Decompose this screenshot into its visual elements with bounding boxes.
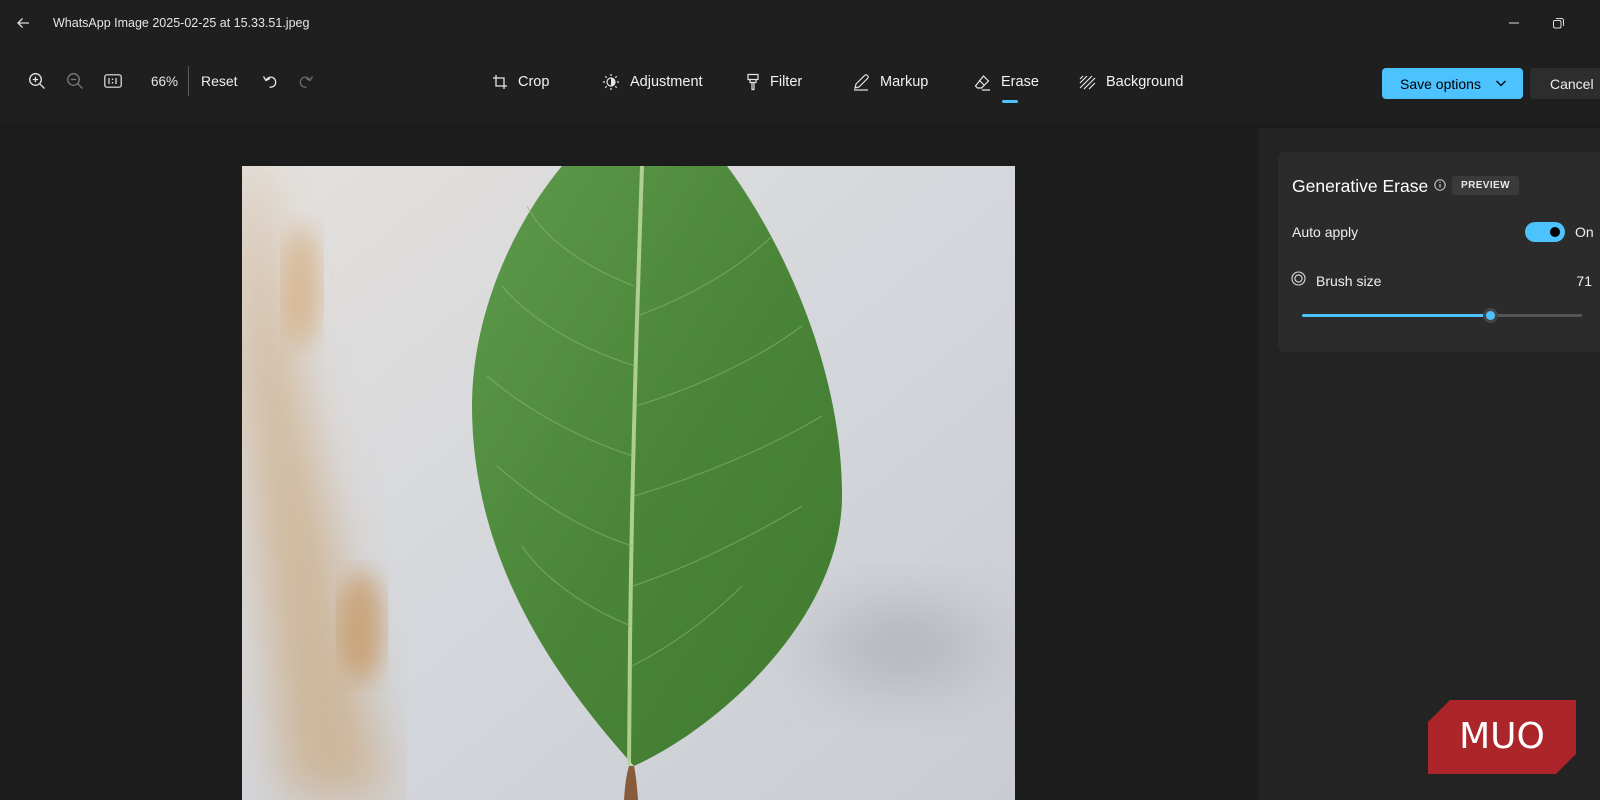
active-tab-indicator [1002,100,1018,103]
info-icon[interactable] [1434,179,1446,191]
redo-icon [299,76,313,88]
arrow-left-icon [17,18,29,28]
muo-logo: MUO [1428,700,1576,774]
cancel-button[interactable]: Cancel [1530,68,1600,99]
edited-photo[interactable] [242,166,1015,800]
brush-size-icon [1291,271,1306,286]
auto-apply-toggle[interactable] [1525,222,1565,242]
watermark-text: MUO [1459,716,1545,757]
tab-background[interactable]: Background [1079,70,1183,94]
brush-size-value: 71 [1576,273,1592,289]
title-bar: WhatsApp Image 2025-02-25 at 15.33.51.jp… [0,0,1600,46]
reset-button[interactable]: Reset [201,73,238,89]
preview-badge: PREVIEW [1452,176,1519,195]
tab-label: Erase [1001,74,1039,90]
tab-filter[interactable]: Filter [746,70,802,94]
tab-label: Crop [518,74,550,90]
markup-icon [854,74,869,91]
tab-label: Markup [880,74,929,90]
tab-crop[interactable]: Crop [492,70,549,94]
slider-thumb[interactable] [1482,308,1498,323]
tab-erase[interactable]: Erase [974,70,1039,94]
auto-apply-label: Auto apply [1292,224,1359,240]
actual-size-button[interactable] [94,63,132,99]
file-name: WhatsApp Image 2025-02-25 at 15.33.51.jp… [53,16,310,30]
minimize-icon [1509,22,1519,24]
zoom-in-button[interactable] [18,63,56,99]
auto-apply-state: On [1575,224,1594,240]
tab-label: Filter [770,74,803,90]
generative-erase-card: Generative Erase PREVIEW Auto apply On B… [1278,152,1600,352]
tab-label: Background [1106,74,1184,90]
chevron-down-icon [1496,80,1506,87]
zoom-out-icon [67,73,83,89]
undo-button[interactable] [252,63,288,99]
zoom-level[interactable]: 66% [132,74,178,89]
actual-size-icon [104,74,122,88]
editor-toolbar: 66% Reset Crop Adjustment Filter Markup … [0,46,1600,122]
adjustment-icon [603,74,619,90]
zoom-controls: 66% Reset [18,63,324,99]
leaf-photo-image [242,166,1015,800]
filter-icon [747,73,759,91]
crop-icon [493,75,507,89]
zoom-out-button[interactable] [56,63,94,99]
muo-watermark: MUO [1428,700,1576,779]
save-options-button[interactable]: Save options [1382,68,1523,99]
restore-icon [1552,17,1564,28]
toolbar-divider [188,66,189,96]
slider-fill [1302,314,1490,317]
back-button[interactable] [12,12,34,34]
brush-size-slider[interactable] [1302,308,1582,323]
minimize-button[interactable] [1504,13,1524,33]
save-options-label: Save options [1400,75,1481,92]
panel-title: Generative Erase [1292,176,1429,196]
undo-icon [262,76,276,88]
restore-button[interactable] [1548,13,1568,33]
brush-size-label: Brush size [1316,273,1382,289]
tab-markup[interactable]: Markup [852,70,928,94]
tab-label: Adjustment [630,74,703,90]
erase-icon [974,74,990,91]
toggle-knob [1550,227,1560,237]
background-icon [1079,75,1096,89]
zoom-in-icon [29,73,45,89]
tab-adjustment[interactable]: Adjustment [602,70,703,94]
redo-button[interactable] [288,63,324,99]
